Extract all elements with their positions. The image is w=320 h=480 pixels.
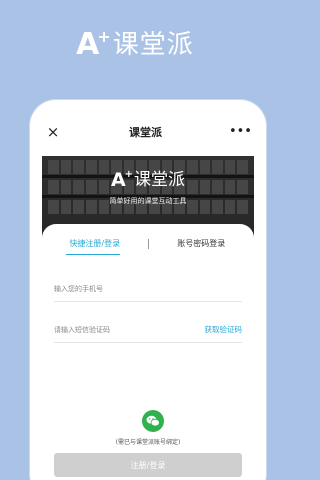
- wechat-glyph: [146, 415, 160, 427]
- brand-logo: A + 课堂派: [76, 27, 194, 62]
- tab-quick-login[interactable]: 快捷注册/登录: [42, 237, 148, 251]
- brand-name: 课堂派: [112, 30, 194, 60]
- page-title: 课堂派: [128, 126, 162, 139]
- active-tab-indicator: [66, 254, 120, 255]
- login-tabs: 快捷注册/登录 账号密码登录: [42, 232, 254, 256]
- phone-frame: × 课堂派 ••• A + 课堂派 简单好用的课堂互动工具 快捷注册/登录 账号…: [30, 100, 266, 480]
- hero-logo-name: 课堂派: [134, 170, 186, 190]
- code-input[interactable]: [54, 325, 174, 334]
- brand-header: A + 课堂派: [0, 27, 270, 62]
- hero-logo: A + 课堂派: [42, 169, 254, 191]
- wechat-icon[interactable]: [142, 410, 164, 432]
- hero-logo-plus: +: [124, 169, 134, 180]
- submit-button[interactable]: 注册/登录: [54, 453, 242, 477]
- top-bar: × 课堂派 •••: [30, 100, 266, 154]
- hero-tagline: 简单好用的课堂互动工具: [109, 197, 187, 205]
- close-icon[interactable]: ×: [44, 123, 62, 141]
- phone-field: [54, 276, 242, 302]
- get-code-button[interactable]: 获取验证码: [205, 324, 243, 335]
- brand-logo-mark: A: [76, 27, 100, 62]
- tab-password-login[interactable]: 账号密码登录: [149, 237, 255, 251]
- phone-input[interactable]: [54, 284, 174, 293]
- more-icon[interactable]: •••: [229, 123, 252, 141]
- brand-logo-plus: +: [97, 27, 111, 46]
- code-field: 获取验证码: [54, 317, 242, 343]
- hero-logo-mark: A: [110, 169, 126, 191]
- wechat-note: (需已与课堂派账号绑定): [115, 439, 181, 446]
